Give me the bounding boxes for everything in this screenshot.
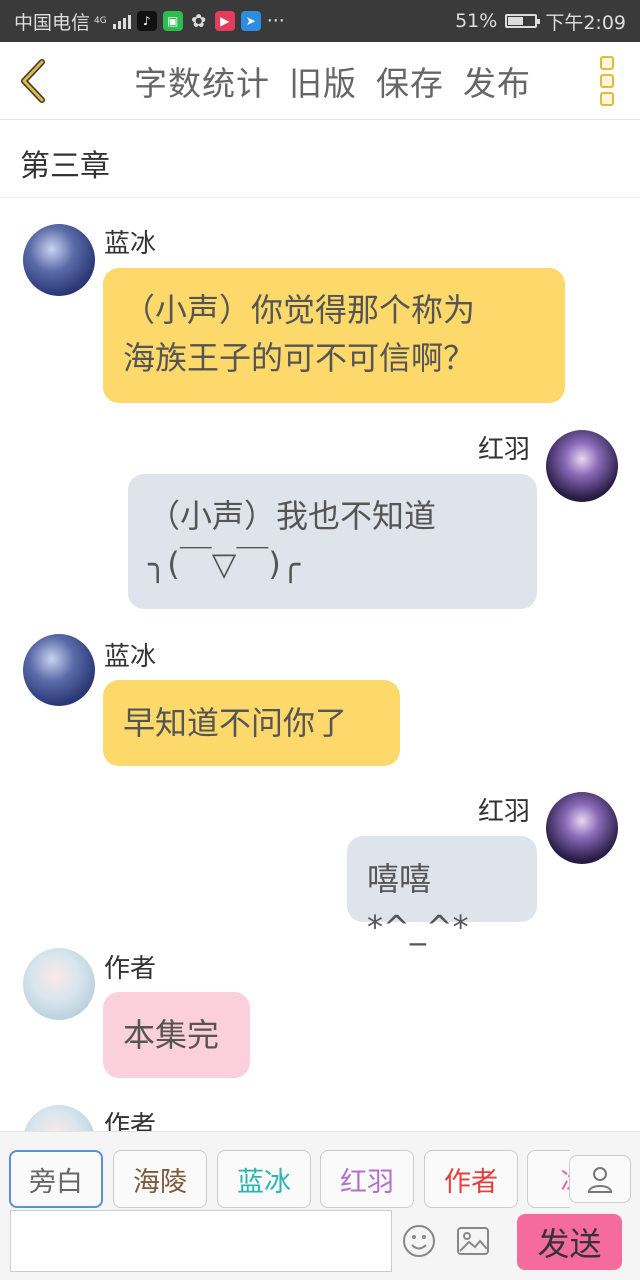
menu-dot-icon xyxy=(600,92,614,106)
avatar-author[interactable] xyxy=(23,1105,95,1131)
chat-message: 蓝冰 （小声）你觉得那个称为 海族王子的可不可信啊？ xyxy=(0,199,640,409)
word-count-button[interactable]: 字数统计 xyxy=(134,57,270,105)
bird-app-icon: ➤ xyxy=(240,11,261,31)
message-input[interactable] xyxy=(10,1210,392,1272)
role-label: 作者 xyxy=(444,1166,498,1198)
message-line: 早知道不问你了 xyxy=(123,704,348,742)
role-label: 海陵 xyxy=(133,1166,187,1198)
message-line: 海族王子的可不可信啊？ xyxy=(123,339,476,377)
tiktok-app-icon: ♪ xyxy=(136,11,157,31)
emoji-button[interactable] xyxy=(402,1224,436,1258)
role-tab-narrator[interactable]: 旁白 xyxy=(9,1150,103,1208)
message-line: 本集完 xyxy=(123,1016,220,1054)
avatar-lanbing[interactable] xyxy=(23,634,95,706)
role-label: 蓝冰 xyxy=(237,1166,291,1198)
compose-panel: 旁白 海陵 蓝冰 红羽 作者 冰 发送 xyxy=(0,1131,640,1280)
avatar-lanbing[interactable] xyxy=(23,224,95,296)
avatar-author[interactable] xyxy=(23,948,95,1020)
message-bubble[interactable]: （小声）你觉得那个称为 海族王子的可不可信啊？ xyxy=(103,268,565,403)
editor-toolbar: 字数统计 旧版 保存 发布 xyxy=(0,42,640,120)
smiley-icon xyxy=(403,1225,435,1257)
chat-message: 作者 xyxy=(0,1104,640,1131)
role-tab-author[interactable]: 作者 xyxy=(424,1150,518,1208)
clock: 下午2:09 xyxy=(545,11,626,34)
iqiyi-app-icon: ▣ xyxy=(162,11,183,31)
back-button[interactable] xyxy=(14,56,54,106)
chat-list[interactable]: 蓝冰 （小声）你觉得那个称为 海族王子的可不可信啊？ 红羽 （小声）我也不知道 … xyxy=(0,199,640,1131)
message-line: 嘻嘻*^_^* xyxy=(367,860,469,946)
wechat-app-icon: ✿ xyxy=(191,10,207,32)
role-tab-lanbing[interactable]: 蓝冰 xyxy=(217,1150,311,1208)
speaker-name: 作者 xyxy=(104,954,157,984)
chat-message: 红羽 （小声）我也不知道 ╮(￣▽￣)╭ xyxy=(0,429,640,619)
avatar-hongyu[interactable] xyxy=(546,430,618,502)
chevron-left-icon xyxy=(21,59,45,103)
battery-icon xyxy=(505,14,541,28)
avatar-hongyu[interactable] xyxy=(546,792,618,864)
role-tab-hailing[interactable]: 海陵 xyxy=(113,1150,207,1208)
role-tab-bing[interactable]: 冰 xyxy=(527,1150,570,1208)
menu-dot-icon xyxy=(600,56,614,70)
publish-button[interactable]: 发布 xyxy=(463,57,531,105)
role-selector[interactable]: 旁白 海陵 蓝冰 红羽 作者 冰 xyxy=(0,1150,570,1210)
more-notifications-icon: ··· xyxy=(266,10,285,32)
message-bubble[interactable]: （小声）我也不知道 ╮(￣▽￣)╭ xyxy=(128,474,537,609)
speaker-name: 红羽 xyxy=(478,435,531,465)
speaker-name: 红羽 xyxy=(478,797,531,827)
message-bubble[interactable]: 本集完 xyxy=(103,992,250,1078)
status-bar: 中国电信 4G ♪ ▣ ✿ ▶ ➤ ··· 51% 下午2:09 xyxy=(0,0,640,42)
network-type-label: 4G xyxy=(94,15,107,26)
chapter-header[interactable]: 第三章 xyxy=(0,121,640,198)
chat-message: 作者 本集完 xyxy=(0,947,640,1087)
message-line: ╮(￣▽￣)╭ xyxy=(148,545,301,583)
video-app-icon: ▶ xyxy=(214,11,235,31)
battery-percent: 51% xyxy=(455,10,498,32)
speaker-name: 蓝冰 xyxy=(104,229,157,259)
person-icon xyxy=(587,1167,613,1193)
message-line: （小声）你觉得那个称为 xyxy=(123,291,476,329)
role-label: 旁白 xyxy=(29,1166,83,1198)
speaker-name: 作者 xyxy=(104,1111,157,1131)
old-version-button[interactable]: 旧版 xyxy=(289,57,357,105)
add-role-button[interactable] xyxy=(569,1155,631,1203)
image-icon xyxy=(457,1227,489,1255)
chapter-title: 第三章 xyxy=(20,149,110,184)
more-menu-button[interactable] xyxy=(600,56,616,106)
send-button[interactable]: 发送 xyxy=(517,1214,622,1270)
message-bubble[interactable]: 嘻嘻*^_^* xyxy=(347,836,537,946)
message-bubble[interactable]: 早知道不问你了 xyxy=(103,680,400,766)
role-tab-hongyu[interactable]: 红羽 xyxy=(320,1150,414,1208)
role-label: 红羽 xyxy=(340,1166,394,1198)
save-button[interactable]: 保存 xyxy=(376,57,444,105)
message-line: （小声）我也不知道 xyxy=(148,497,437,535)
signal-icon xyxy=(112,13,131,29)
insert-image-button[interactable] xyxy=(456,1226,490,1256)
carrier-label: 中国电信 xyxy=(14,11,91,34)
chat-message: 蓝冰 早知道不问你了 xyxy=(0,634,640,774)
menu-dot-icon xyxy=(600,74,614,88)
chat-message: 红羽 嘻嘻*^_^* xyxy=(0,791,640,946)
speaker-name: 蓝冰 xyxy=(104,642,157,672)
